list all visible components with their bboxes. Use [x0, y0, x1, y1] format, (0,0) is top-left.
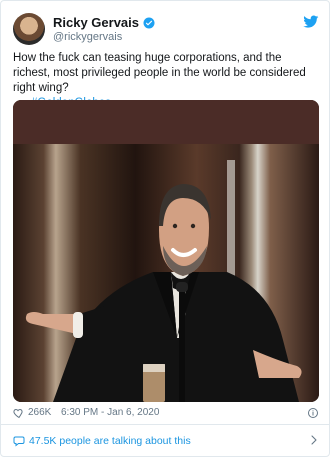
speech-bubble-icon	[13, 436, 25, 447]
verified-badge-icon	[143, 17, 155, 28]
avatar[interactable]	[13, 13, 45, 45]
talking-about-text[interactable]: 47.5K people are talking about this	[29, 435, 191, 447]
tweet-media[interactable]	[13, 100, 319, 402]
tweet-body: How the fuck can teasing huge corporatio…	[13, 52, 306, 94]
tweet-header: Ricky Gervais @rickygervais	[13, 13, 319, 47]
tweet-card: Ricky Gervais @rickygervais How the fuck…	[0, 0, 330, 457]
info-icon[interactable]	[307, 407, 319, 419]
tweet-meta: 266K 6:30 PM - Jan 6, 2020	[13, 405, 319, 423]
display-name[interactable]: Ricky Gervais	[53, 15, 139, 30]
like-count[interactable]: 266K	[28, 407, 51, 418]
timestamp[interactable]: 6:30 PM - Jan 6, 2020	[61, 407, 159, 418]
handle[interactable]: @rickygervais	[53, 31, 122, 43]
twitter-bird-icon[interactable]	[303, 15, 319, 29]
author-row: Ricky Gervais	[53, 15, 155, 30]
conversation-link-row[interactable]: 47.5K people are talking about this	[13, 431, 319, 451]
chevron-right-icon[interactable]	[309, 434, 319, 446]
heart-icon[interactable]	[13, 407, 25, 419]
man-at-podium-photo	[25, 160, 302, 402]
divider	[1, 424, 329, 425]
